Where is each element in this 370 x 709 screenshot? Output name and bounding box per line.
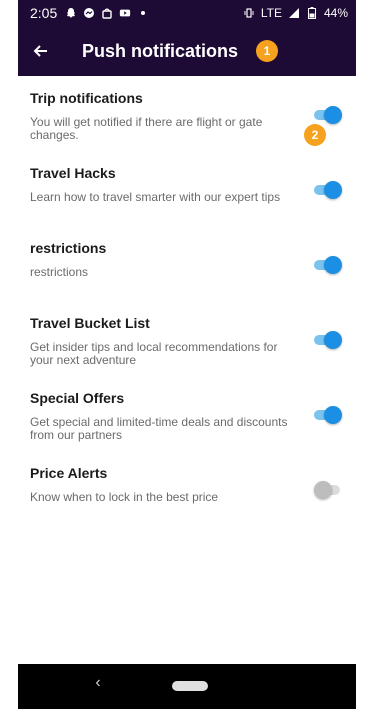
page-title: Push notifications [82, 40, 239, 61]
arrow-left-icon [33, 45, 47, 57]
youtube-icon [119, 7, 131, 19]
setting-description: Get special and limited-time deals and d… [30, 415, 288, 442]
settings-list: Trip notifications You will get notified… [18, 76, 356, 526]
messenger-icon [83, 7, 95, 19]
setting-description: You will get notified if there are fligh… [30, 115, 263, 142]
setting-special-offers: Special Offers Get special and limited-t… [18, 376, 356, 451]
annotation-badge: 1 [256, 40, 278, 62]
battery-icon [306, 7, 318, 19]
setting-travel-bucket-list: Travel Bucket List Get insider tips and … [18, 301, 356, 376]
vibrate-icon [243, 7, 255, 19]
setting-name: Travel Bucket List [30, 315, 150, 331]
toggle-thumb [324, 106, 342, 124]
setting-name: Price Alerts [30, 465, 108, 481]
app-screen: 2:05 LTE 44% Push notifications 1 Trip n… [18, 0, 356, 709]
setting-description: Learn how to travel smarter with our exp… [30, 190, 281, 204]
setting-description: restrictions [30, 265, 89, 279]
setting-description: Know when to lock in the best price [30, 490, 219, 504]
status-right: LTE 44% [243, 6, 348, 20]
trip-notifications-toggle[interactable] [314, 106, 342, 124]
shopping-bag-icon [101, 7, 113, 19]
setting-name: restrictions [30, 240, 107, 256]
battery-percent: 44% [323, 6, 348, 20]
snapchat-icon [65, 7, 77, 19]
chevron-left-icon[interactable]: ‹ [88, 674, 108, 692]
setting-price-alerts: Price Alerts Know when to lock in the be… [18, 451, 356, 526]
setting-trip-notifications: Trip notifications You will get notified… [18, 76, 356, 151]
toggle-thumb [324, 406, 342, 424]
back-button[interactable] [18, 26, 64, 76]
status-bar: 2:05 LTE 44% [18, 0, 356, 26]
notification-icons [65, 7, 149, 19]
travel-bucket-list-toggle[interactable] [314, 331, 342, 349]
setting-restrictions: restrictions restrictions [18, 226, 356, 301]
restrictions-toggle[interactable] [314, 256, 342, 274]
app-bar: Push notifications 1 [18, 26, 356, 76]
toggle-thumb [324, 256, 342, 274]
home-pill-icon[interactable] [172, 681, 208, 691]
setting-name: Travel Hacks [30, 165, 116, 181]
network-label: LTE [260, 6, 282, 20]
dot-icon [137, 7, 149, 19]
toggle-thumb [324, 181, 342, 199]
travel-hacks-toggle[interactable] [314, 181, 342, 199]
price-alerts-toggle[interactable] [314, 481, 342, 499]
status-time: 2:05 [30, 5, 58, 21]
setting-name: Special Offers [30, 390, 125, 406]
signal-icon [288, 7, 300, 19]
annotation-badge: 2 [304, 124, 326, 146]
setting-description: Get insider tips and local recommendatio… [30, 340, 278, 367]
system-nav-bar: ‹ [18, 664, 356, 709]
toggle-thumb [314, 481, 332, 499]
toggle-thumb [324, 331, 342, 349]
special-offers-toggle[interactable] [314, 406, 342, 424]
setting-travel-hacks: Travel Hacks Learn how to travel smarter… [18, 151, 356, 226]
setting-name: Trip notifications [30, 90, 143, 106]
